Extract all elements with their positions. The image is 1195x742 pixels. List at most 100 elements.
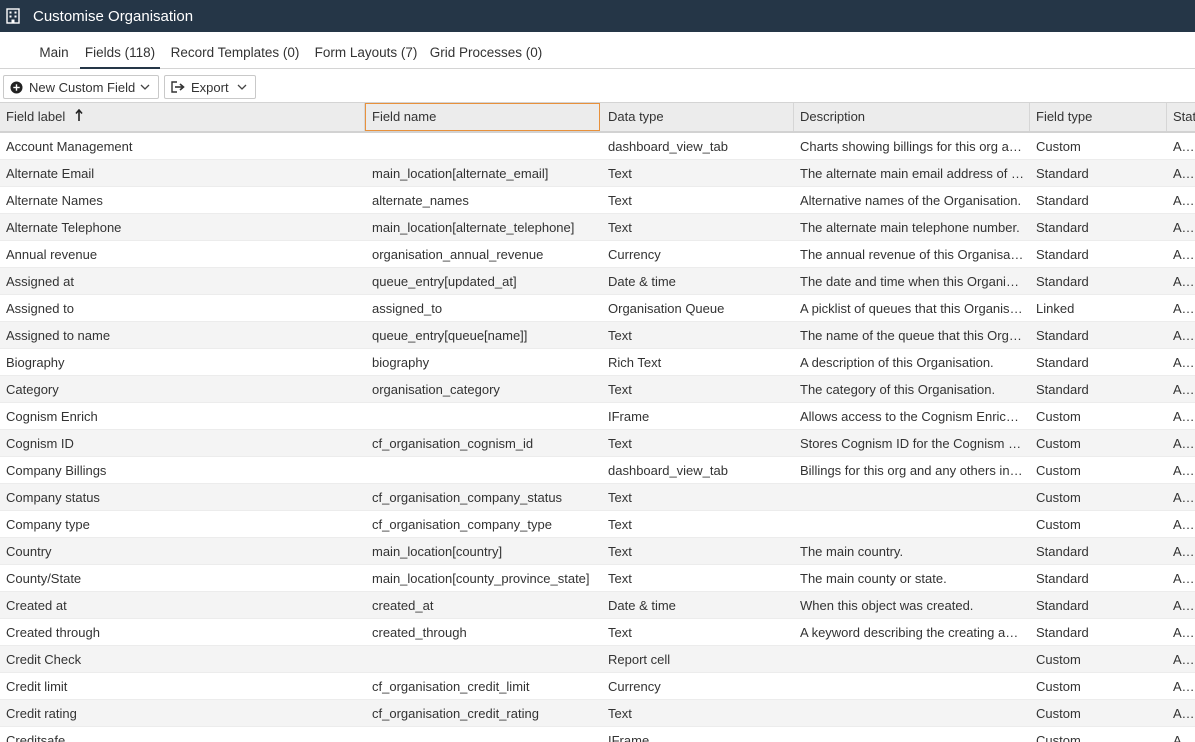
tab-bar: Main Fields (118) Record Templates (0) F… — [0, 32, 1195, 69]
status-cell: Available — [1173, 490, 1195, 505]
table-row[interactable]: Account Management dashboard_view_tab Char… — [0, 133, 1195, 160]
data-type-cell: Text — [608, 436, 632, 451]
data-type-cell: Currency — [608, 679, 661, 694]
table-row[interactable]: Assigned at queue_entry[updated_at] Date &… — [0, 268, 1195, 295]
tab-grid-processes[interactable]: Grid Processes (0) — [427, 32, 545, 69]
column-header-field-name[interactable]: Field name — [365, 103, 600, 131]
table-row[interactable]: Company type cf_organisation_company_type… — [0, 511, 1195, 538]
field-name-cell — [366, 727, 602, 742]
table-row[interactable]: Credit limit cf_organisation_credit_limit… — [0, 673, 1195, 700]
field-type-cell: Standard — [1036, 382, 1089, 397]
tab-form-layouts[interactable]: Form Layouts (7) — [310, 32, 422, 69]
table-row[interactable]: Company status cf_organisation_company_st… — [0, 484, 1195, 511]
field-type-cell: Custom — [1036, 733, 1081, 742]
field-type-cell: Custom — [1036, 490, 1081, 505]
field-type-cell: Custom — [1036, 463, 1081, 478]
status-cell: Available — [1173, 517, 1195, 532]
field-name-cell — [366, 133, 602, 160]
status-cell: Available — [1173, 733, 1195, 742]
tab-fields[interactable]: Fields (118) — [80, 32, 160, 69]
field-type-cell: Custom — [1036, 679, 1081, 694]
field-type-cell: Custom — [1036, 409, 1081, 424]
new-custom-field-button[interactable]: New Custom Field — [3, 75, 159, 99]
building-icon — [6, 8, 20, 24]
column-header-data-type[interactable]: Data type — [602, 103, 794, 131]
table-row[interactable]: Assigned to name queue_entry[queue[name]]… — [0, 322, 1195, 349]
table-row[interactable]: County/State main_location[county_provinc… — [0, 565, 1195, 592]
status-cell: Available — [1173, 193, 1195, 208]
column-header-status[interactable]: Status — [1167, 103, 1195, 131]
field-name-cell: queue_entry[queue[name]] — [372, 328, 528, 343]
description-cell: The main country. — [800, 544, 904, 559]
description-cell: The date and time when this Organisation… — [800, 274, 1030, 289]
field-type-cell: Standard — [1036, 166, 1089, 181]
field-label-cell: County/State — [6, 571, 82, 586]
field-label-cell: Alternate Email — [6, 166, 95, 181]
description-cell: The alternate main telephone number. — [800, 220, 1020, 235]
plus-circle-icon — [10, 81, 23, 94]
tab-main[interactable]: Main — [33, 32, 75, 69]
table-row[interactable]: Assigned to assigned_to Organisation Queue… — [0, 295, 1195, 322]
table-row[interactable]: Credit Check Report cell Custom Available — [0, 646, 1195, 673]
description-cell: Charts showing billings for this org and… — [800, 139, 1030, 154]
field-label-cell: Account Management — [6, 139, 133, 154]
table-row[interactable]: Country main_location[country] Text The mai… — [0, 538, 1195, 565]
table-row[interactable]: Cognism Enrich IFrame Allows access to the… — [0, 403, 1195, 430]
field-label-cell: Alternate Telephone — [6, 220, 122, 235]
table-row[interactable]: Credit rating cf_organisation_credit_rati… — [0, 700, 1195, 727]
tab-label: Form Layouts (7) — [314, 45, 418, 60]
field-name-cell — [366, 646, 602, 673]
data-type-cell: Organisation Queue — [608, 301, 725, 316]
data-type-cell: Date & time — [608, 598, 676, 613]
field-name-cell: cf_organisation_company_type — [372, 517, 552, 532]
tab-label: Grid Processes (0) — [429, 45, 543, 60]
field-type-cell: Custom — [1036, 139, 1081, 154]
field-type-cell: Standard — [1036, 193, 1089, 208]
window-title: Customise Organisation — [33, 7, 194, 25]
field-label-cell: Annual revenue — [6, 247, 98, 262]
table-row[interactable]: Creditsafe IFrame Custom Available — [0, 727, 1195, 742]
tab-label: Record Templates (0) — [170, 45, 300, 60]
field-name-cell: main_location[county_province_state] — [372, 571, 590, 586]
fields-grid: Field label Field name Data type Descrip… — [0, 102, 1195, 742]
table-row[interactable]: Annual revenue organisation_annual_revenu… — [0, 241, 1195, 268]
field-name-cell: main_location[alternate_email] — [372, 166, 549, 181]
table-row[interactable]: Alternate Names alternate_names Text Altern… — [0, 187, 1195, 214]
field-type-cell: Standard — [1036, 274, 1089, 289]
export-button[interactable]: Export — [164, 75, 256, 99]
description-cell: The name of the queue that this Organisa… — [800, 328, 1030, 343]
table-row[interactable]: Alternate Telephone main_location[alterna… — [0, 214, 1195, 241]
description-cell — [794, 511, 1030, 538]
field-name-cell: organisation_category — [372, 382, 500, 397]
description-cell: A picklist of queues that this Organisat… — [800, 301, 1030, 316]
field-type-cell: Standard — [1036, 328, 1089, 343]
column-header-description[interactable]: Description — [794, 103, 1030, 131]
toolbar: New Custom Field Export — [0, 69, 1195, 103]
grid-header: Field label Field name Data type Descrip… — [0, 102, 1195, 133]
description-cell — [794, 646, 1030, 673]
table-row[interactable]: Cognism ID cf_organisation_cognism_id Text… — [0, 430, 1195, 457]
column-header-field-label[interactable]: Field label — [0, 103, 365, 131]
field-name-cell: main_location[alternate_telephone] — [372, 220, 575, 235]
field-type-cell: Standard — [1036, 355, 1089, 370]
description-cell: The annual revenue of this Organisation. — [800, 247, 1030, 262]
table-row[interactable]: Created through created_through Text A keyw… — [0, 619, 1195, 646]
field-label-cell: Biography — [6, 355, 65, 370]
field-label-cell: Company status — [6, 490, 100, 505]
column-header-label: Description — [800, 109, 866, 124]
description-cell — [794, 484, 1030, 511]
table-row[interactable]: Created at created_at Date & time When this… — [0, 592, 1195, 619]
field-name-cell — [366, 403, 602, 430]
table-row[interactable]: Biography biography Rich Text A description… — [0, 349, 1195, 376]
column-header-label: Status — [1173, 109, 1195, 124]
new-custom-field-label: New Custom Field — [29, 79, 136, 95]
field-type-cell: Custom — [1036, 706, 1081, 721]
column-header-field-type[interactable]: Field type — [1030, 103, 1167, 131]
status-cell: Available — [1173, 139, 1195, 154]
table-row[interactable]: Alternate Email main_location[alternate_e… — [0, 160, 1195, 187]
field-name-cell: alternate_names — [372, 193, 469, 208]
tab-record-templates[interactable]: Record Templates (0) — [166, 32, 304, 69]
field-type-cell: Custom — [1036, 436, 1081, 451]
table-row[interactable]: Company Billings dashboard_view_tab Billin… — [0, 457, 1195, 484]
table-row[interactable]: Category organisation_category Text The cat… — [0, 376, 1195, 403]
